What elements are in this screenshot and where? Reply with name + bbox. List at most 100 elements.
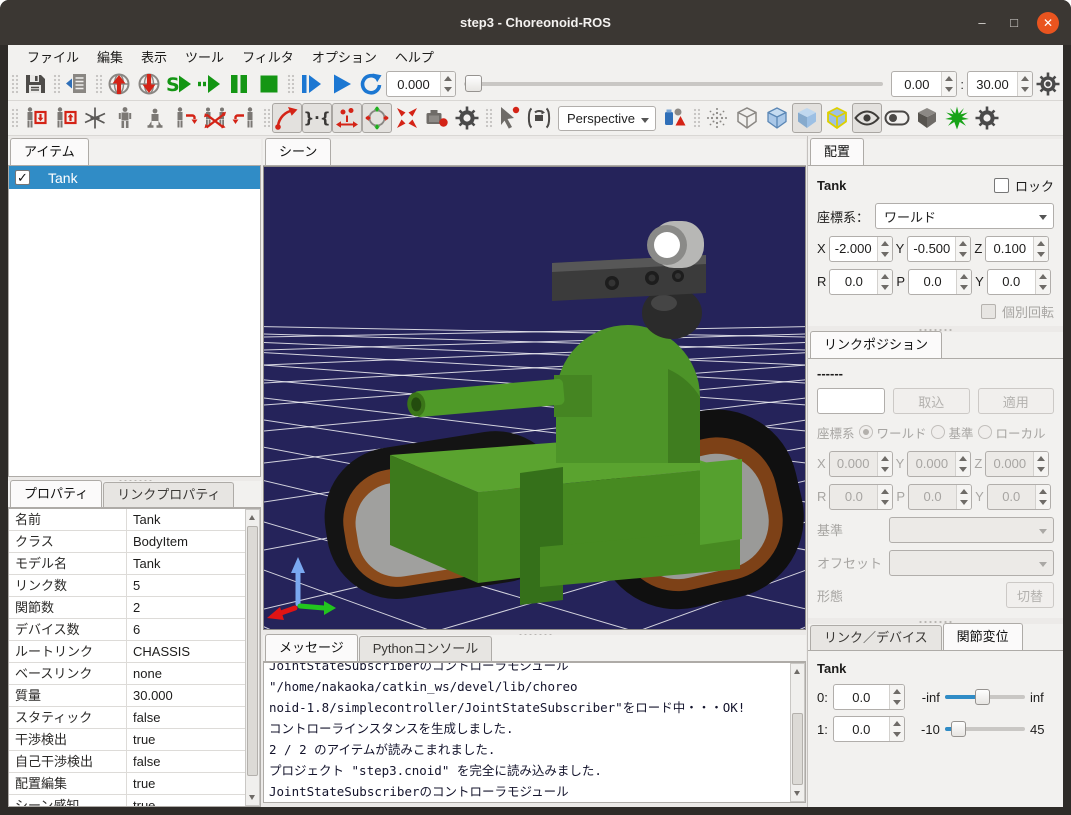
spin-buttons[interactable] [440,72,455,96]
pose-left-icon[interactable] [230,103,260,133]
tab-placement[interactable]: 配置 [810,138,864,165]
translation-mode-icon[interactable] [332,103,362,133]
tab-link-device[interactable]: リンク／デバイス [810,625,942,650]
property-row[interactable]: シーン感知true [9,795,245,807]
joint-mode-icon[interactable]: }·{ [302,103,332,133]
lock-checkbox[interactable] [994,178,1009,193]
time-input[interactable] [387,72,440,96]
tab-link-position[interactable]: リンクポジション [810,331,942,358]
toolbar-grip[interactable] [10,107,18,129]
spin-buttons[interactable] [1035,485,1050,509]
point-rendering-icon[interactable] [702,103,732,133]
stop-icon[interactable] [254,69,284,99]
tab-python-console[interactable]: Pythonコンソール [359,636,492,661]
pitch-spinbox[interactable] [908,269,972,295]
menu-item-1[interactable]: 編集 [88,45,132,68]
pitch-input[interactable] [909,270,956,294]
property-row[interactable]: 干渉検出true [9,729,245,751]
property-value[interactable]: 30.000 [127,685,245,706]
scene-settings-gear-icon[interactable] [972,103,1002,133]
link-roll-spinbox[interactable] [829,484,893,510]
tab-items[interactable]: アイテム [10,138,89,165]
collision-detection-icon[interactable] [660,103,690,133]
spin-buttons[interactable] [889,717,904,741]
switch-button[interactable]: 切替 [1006,582,1054,608]
property-value[interactable]: none [127,663,245,684]
maximize-button[interactable]: □ [1005,15,1023,30]
property-row[interactable]: 自己干渉検出false [9,751,245,773]
restore-pose-icon[interactable] [50,103,80,133]
property-row[interactable]: モデル名Tank [9,553,245,575]
settings-gear-icon[interactable] [452,103,482,133]
property-row[interactable]: クラスBodyItem [9,531,245,553]
yaw-input[interactable] [988,270,1035,294]
menu-item-0[interactable]: ファイル [18,45,88,68]
origin-marker-icon[interactable] [80,103,110,133]
property-row[interactable]: デバイス数6 [9,619,245,641]
scrollbar-thumb[interactable] [247,526,258,776]
message-console[interactable]: JointStateSubscriberのコントローラモジュール "/home/… [263,662,806,803]
menu-item-2[interactable]: 表示 [132,45,176,68]
property-value[interactable]: BodyItem [127,531,245,552]
toolbar-grip[interactable] [484,107,492,129]
individual-rotation-checkbox[interactable] [981,304,996,319]
yaw-spinbox[interactable] [987,269,1051,295]
toggle-switch-icon[interactable] [882,103,912,133]
store-pose-icon[interactable] [20,103,50,133]
scroll-down-icon[interactable] [791,786,804,800]
property-value[interactable]: false [127,707,245,728]
world-save-icon[interactable] [134,69,164,99]
link-yaw-input[interactable] [988,485,1035,509]
simulation-start-icon[interactable]: S [164,69,194,99]
spin-buttons[interactable] [877,237,892,261]
item-checkbox[interactable]: ✓ [15,170,30,185]
scroll-up-icon[interactable] [246,511,259,525]
link-name-input[interactable] [817,388,885,414]
tab-property[interactable]: プロパティ [10,480,102,507]
radio-local[interactable] [978,425,992,439]
playback-step-icon[interactable] [296,69,326,99]
lighting-star-icon[interactable] [942,103,972,133]
link-roll-input[interactable] [830,485,877,509]
simulation-resume-icon[interactable] [194,69,224,99]
property-value[interactable]: 2 [127,597,245,618]
item-tree[interactable]: ✓ Tank [8,166,261,477]
spin-buttons[interactable] [956,270,971,294]
property-value[interactable]: 6 [127,619,245,640]
joint1-input[interactable] [834,717,889,741]
view-center-icon[interactable] [362,103,392,133]
range-end-spinbox[interactable] [967,71,1033,97]
stand-pose-icon[interactable] [110,103,140,133]
scroll-up-icon[interactable] [791,665,804,679]
radio-base[interactable] [931,425,945,439]
spin-buttons[interactable] [877,485,892,509]
title-bar[interactable]: step3 - Choreonoid-ROS – □ ✕ [0,0,1071,45]
item-row-tank[interactable]: ✓ Tank [9,166,260,189]
menu-item-6[interactable]: ヘルプ [386,45,443,68]
link-x-input[interactable] [830,452,877,476]
tab-link-property[interactable]: リンクプロパティ [103,482,234,507]
property-row[interactable]: リンク数5 [9,575,245,597]
scene-3d-view[interactable] [263,166,806,630]
z-spinbox[interactable] [985,236,1049,262]
z-input[interactable] [986,237,1033,261]
view-rotation-icon[interactable] [524,103,554,133]
toolbar-grip[interactable] [10,73,18,95]
link-y-spinbox[interactable] [907,451,971,477]
property-value[interactable]: true [127,773,245,794]
joint1-spinbox[interactable] [833,716,905,742]
offset-select[interactable] [889,550,1054,576]
pause-icon[interactable] [224,69,254,99]
range-end-input[interactable] [968,72,1017,96]
property-row[interactable]: 質量30.000 [9,685,245,707]
property-value[interactable]: CHASSIS [127,641,245,662]
y-spinbox[interactable] [907,236,971,262]
wire-box-icon[interactable] [762,103,792,133]
link-pitch-input[interactable] [909,485,956,509]
tab-scene[interactable]: シーン [265,138,331,165]
visibility-eye-icon[interactable] [852,103,882,133]
spin-buttons[interactable] [941,72,956,96]
time-refresh-icon[interactable] [356,69,386,99]
reload-item-icon[interactable] [62,69,92,99]
menu-item-4[interactable]: フィルタ [233,45,303,68]
